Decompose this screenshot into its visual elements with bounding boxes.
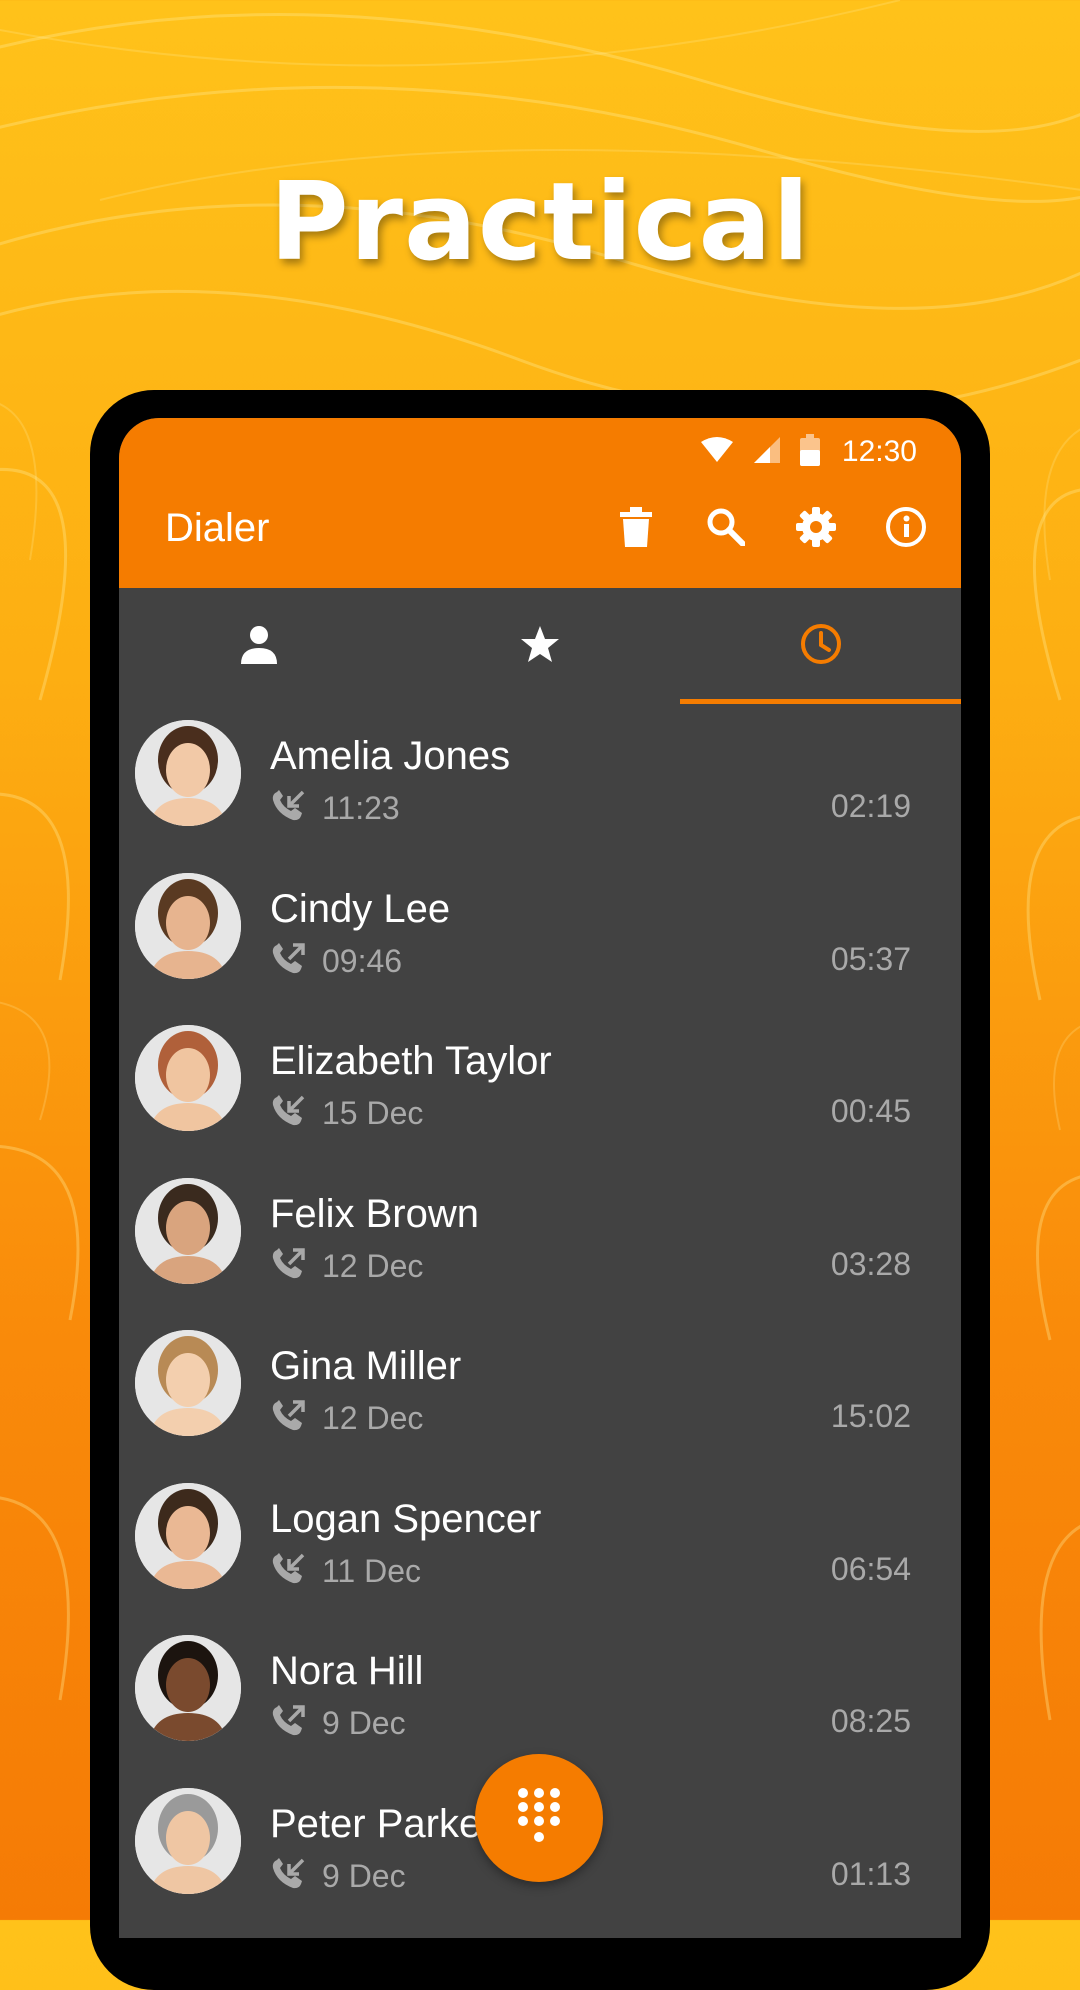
call-meta: 9 Dec — [270, 1703, 406, 1744]
call-log-row[interactable]: Felix Brown 12 Dec 03:28 — [119, 1162, 961, 1315]
settings-icon — [796, 506, 836, 552]
contact-name: Nora Hill — [270, 1649, 424, 1693]
info-button[interactable] — [881, 504, 931, 554]
call-duration: 00:45 — [830, 1093, 911, 1129]
delete-button[interactable] — [611, 504, 661, 554]
info-icon — [885, 506, 927, 553]
call-duration: 03:28 — [830, 1245, 911, 1282]
call-meta: 11:23 — [270, 788, 400, 829]
signal-icon — [752, 435, 782, 470]
call-log-row[interactable]: Amelia Jones 11:23 02:19 — [119, 704, 961, 857]
tab-contacts[interactable] — [119, 588, 400, 704]
contact-name: Peter Parker — [270, 1801, 495, 1846]
app-title: Dialer — [165, 506, 270, 550]
call-time: 11:23 — [322, 790, 400, 826]
dialpad-icon — [515, 1786, 563, 1851]
outgoing-call-icon — [270, 941, 308, 982]
contact-name: Cindy Lee — [270, 886, 451, 931]
avatar[interactable] — [135, 1177, 241, 1284]
call-time: 12 Dec — [322, 1400, 424, 1436]
outgoing-call-icon — [270, 1703, 308, 1744]
avatar[interactable] — [135, 1025, 241, 1131]
avatar[interactable] — [135, 1635, 241, 1741]
tab-bar — [119, 588, 961, 704]
call-log-row[interactable]: Cindy Lee 09:46 05:37 — [119, 857, 961, 1010]
call-time: 12 Dec — [322, 1247, 424, 1284]
contact-name: Amelia Jones — [270, 734, 511, 778]
call-time: 9 Dec — [322, 1857, 406, 1894]
call-meta: 09:46 — [270, 941, 402, 982]
phone-screen: 12:30 Dialer Amelia Jones 11:23 02:19 Ci… — [119, 418, 961, 1938]
contact-name: Logan Spencer — [270, 1496, 542, 1541]
tab-recents[interactable] — [680, 588, 961, 704]
call-log-row[interactable]: Elizabeth Taylor 15 Dec 00:45 — [119, 1009, 961, 1162]
call-duration: 05:37 — [830, 940, 911, 977]
contact-name: Felix Brown — [270, 1191, 479, 1236]
clock-icon — [800, 623, 842, 670]
call-time: 9 Dec — [322, 1705, 406, 1741]
contact-name: Gina Miller — [270, 1344, 462, 1388]
battery-icon — [799, 433, 820, 471]
incoming-call-icon — [270, 1551, 308, 1592]
call-duration: 08:25 — [830, 1703, 911, 1739]
call-log-list: Amelia Jones 11:23 02:19 Cindy Lee 09:46 05:3… — [119, 704, 961, 1924]
call-time: 11 Dec — [322, 1552, 422, 1589]
search-icon — [707, 508, 746, 551]
settings-button[interactable] — [791, 504, 841, 554]
star-icon — [520, 624, 560, 669]
app-bar: 12:30 Dialer — [119, 418, 961, 588]
headline: Practical — [269, 160, 811, 285]
call-log-row[interactable]: Nora Hill 9 Dec 08:25 — [119, 1619, 961, 1772]
outgoing-call-icon — [270, 1398, 308, 1439]
incoming-call-icon — [270, 788, 308, 829]
call-duration: 01:13 — [830, 1855, 911, 1892]
outgoing-call-icon — [270, 1246, 308, 1287]
call-duration: 02:19 — [830, 788, 911, 824]
person-icon — [239, 624, 279, 669]
call-duration: 15:02 — [830, 1398, 911, 1434]
contact-name: Elizabeth Taylor — [270, 1039, 552, 1083]
call-meta: 12 Dec — [270, 1246, 423, 1287]
incoming-call-icon — [270, 1856, 308, 1897]
incoming-call-icon — [270, 1093, 308, 1134]
call-log-row[interactable]: Gina Miller 12 Dec 15:02 — [119, 1314, 961, 1467]
status-time: 12:30 — [841, 435, 917, 468]
search-button[interactable] — [701, 504, 751, 554]
call-duration: 06:54 — [830, 1550, 911, 1587]
avatar[interactable] — [135, 1482, 241, 1589]
call-meta: 15 Dec — [270, 1093, 423, 1134]
tab-favorites[interactable] — [400, 588, 681, 704]
avatar[interactable] — [135, 1787, 241, 1894]
call-meta: 12 Dec — [270, 1398, 423, 1439]
avatar[interactable] — [135, 872, 241, 979]
call-log-row[interactable]: Logan Spencer 11 Dec 06:54 — [119, 1467, 961, 1620]
status-bar: 12:30 — [700, 432, 917, 472]
avatar[interactable] — [135, 1330, 241, 1436]
call-time: 09:46 — [322, 942, 403, 979]
call-meta: 11 Dec — [270, 1551, 421, 1592]
app-bar-actions — [611, 504, 931, 554]
wifi-icon — [700, 436, 734, 469]
avatar[interactable] — [135, 720, 241, 826]
call-time: 15 Dec — [322, 1095, 424, 1131]
call-meta: 9 Dec — [270, 1856, 406, 1897]
dialpad-button[interactable] — [475, 1754, 603, 1882]
delete-icon — [620, 506, 652, 552]
